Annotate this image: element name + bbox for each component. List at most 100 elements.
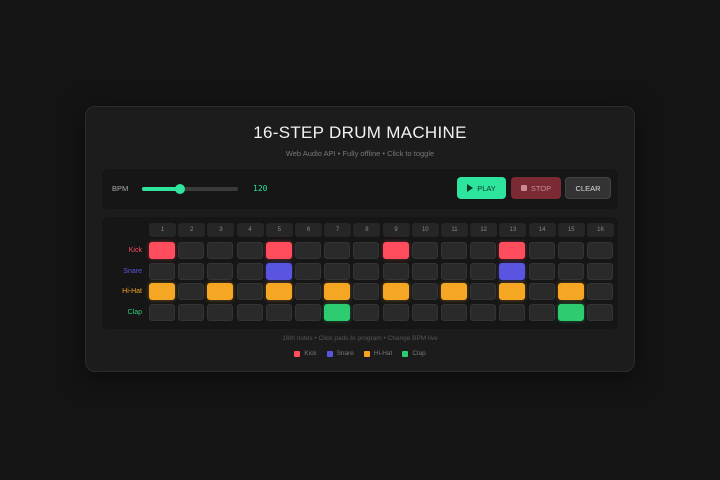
step-pad[interactable]: [499, 262, 526, 280]
play-icon: [467, 184, 474, 192]
step-pad[interactable]: [265, 242, 292, 259]
step-pad[interactable]: [207, 242, 234, 259]
step-pad[interactable]: [149, 283, 175, 300]
step-pad[interactable]: [557, 262, 584, 280]
step-pad[interactable]: [470, 262, 497, 280]
legend-label: Hi-Hat: [373, 350, 393, 357]
step-pad[interactable]: [499, 283, 526, 300]
step-pad[interactable]: [382, 303, 409, 321]
step-pad[interactable]: [178, 303, 205, 321]
step-number: 13: [499, 223, 527, 237]
step-pad[interactable]: [441, 262, 467, 280]
step-pad[interactable]: [324, 303, 351, 321]
legend-item: Clap: [402, 350, 426, 357]
step-pad[interactable]: [528, 303, 555, 321]
step-pad[interactable]: [557, 242, 584, 259]
step-pad[interactable]: [353, 242, 380, 259]
step-pad[interactable]: [149, 242, 175, 259]
step-number: 7: [324, 223, 352, 237]
legend-swatch: [402, 350, 409, 357]
step-number: 5: [265, 223, 293, 237]
step-pad[interactable]: [470, 283, 497, 300]
step-pad[interactable]: [441, 283, 467, 300]
step-pad[interactable]: [265, 262, 292, 280]
legend-label: Snare: [336, 350, 354, 357]
legend-item: Kick: [294, 350, 317, 357]
step-pad[interactable]: [528, 262, 555, 280]
step-pad[interactable]: [441, 242, 467, 259]
legend-label: Kick: [304, 350, 317, 357]
play-button[interactable]: PLAY: [457, 177, 506, 199]
step-pad[interactable]: [499, 242, 526, 259]
step-pad[interactable]: [353, 283, 380, 300]
step-pad[interactable]: [411, 283, 438, 300]
step-pad[interactable]: [587, 242, 613, 259]
step-pad[interactable]: [528, 242, 555, 259]
step-number: 10: [411, 223, 439, 237]
step-pad[interactable]: [207, 262, 234, 280]
step-pad[interactable]: [382, 262, 409, 280]
legend-swatch: [326, 350, 333, 357]
step-pad[interactable]: [324, 242, 351, 259]
step-pad[interactable]: [324, 262, 351, 280]
step-pad[interactable]: [411, 242, 438, 259]
step-pad[interactable]: [207, 303, 234, 321]
track-label-snare: Snare: [123, 267, 142, 275]
clear-button[interactable]: CLEAR: [565, 177, 611, 199]
step-pad[interactable]: [295, 283, 321, 300]
play-label: PLAY: [477, 183, 496, 193]
step-pad[interactable]: [528, 283, 555, 300]
step-pad[interactable]: [470, 242, 497, 259]
step-pad[interactable]: [470, 303, 497, 321]
stop-button[interactable]: STOP: [511, 177, 561, 199]
step-pad[interactable]: [178, 262, 205, 280]
step-pad[interactable]: [265, 303, 292, 321]
drum-machine-card: 16-STEP DRUM MACHINE Web Audio API • Ful…: [85, 106, 635, 372]
legend-label: Clap: [412, 350, 426, 357]
step-pad[interactable]: [236, 242, 263, 259]
bpm-label: BPM: [112, 184, 129, 193]
step-number: 12: [470, 223, 498, 237]
step-number: 3: [207, 223, 235, 237]
step-number: 9: [382, 223, 410, 237]
step-pad[interactable]: [295, 303, 321, 321]
step-pad[interactable]: [587, 283, 613, 300]
step-pad[interactable]: [557, 283, 584, 300]
step-pad[interactable]: [178, 283, 205, 300]
step-number: 16: [587, 223, 614, 237]
step-pad[interactable]: [236, 283, 263, 300]
step-pad[interactable]: [353, 262, 380, 280]
step-pad[interactable]: [382, 242, 409, 259]
track-label-hi-hat: Hi-Hat: [122, 288, 142, 295]
step-pad[interactable]: [587, 303, 613, 321]
step-pad[interactable]: [149, 262, 175, 280]
step-pad[interactable]: [441, 303, 467, 321]
legend-swatch: [294, 350, 301, 357]
step-pad[interactable]: [382, 283, 409, 300]
step-pad[interactable]: [236, 303, 263, 321]
bpm-slider-thumb[interactable]: [175, 184, 186, 194]
step-pad[interactable]: [295, 262, 321, 280]
legend-swatch: [363, 350, 370, 357]
step-number: 11: [441, 223, 468, 237]
step-pad[interactable]: [411, 303, 438, 321]
step-pad[interactable]: [295, 242, 321, 259]
sequencer-grid: 1 2 3 4 5 6 7 8 9 10 11 12 13 14 15 16 Kick Snare Hi-Hat Cl…: [102, 217, 618, 329]
step-pad[interactable]: [411, 262, 438, 280]
step-pad[interactable]: [265, 283, 292, 300]
step-pad[interactable]: [149, 303, 175, 321]
legend-item: Hi-Hat: [363, 350, 393, 357]
step-pad[interactable]: [236, 262, 263, 280]
stop-icon: [520, 185, 527, 191]
step-pad[interactable]: [178, 242, 205, 259]
step-pad[interactable]: [587, 262, 613, 280]
track-label-clap: Clap: [127, 308, 142, 316]
step-pad[interactable]: [557, 303, 584, 321]
step-pad[interactable]: [207, 283, 234, 300]
step-pad[interactable]: [324, 283, 351, 300]
step-pad[interactable]: [353, 303, 380, 321]
bpm-slider[interactable]: [142, 184, 238, 194]
step-pad[interactable]: [499, 303, 526, 321]
step-number: 8: [353, 223, 381, 237]
step-number: 4: [236, 223, 264, 237]
